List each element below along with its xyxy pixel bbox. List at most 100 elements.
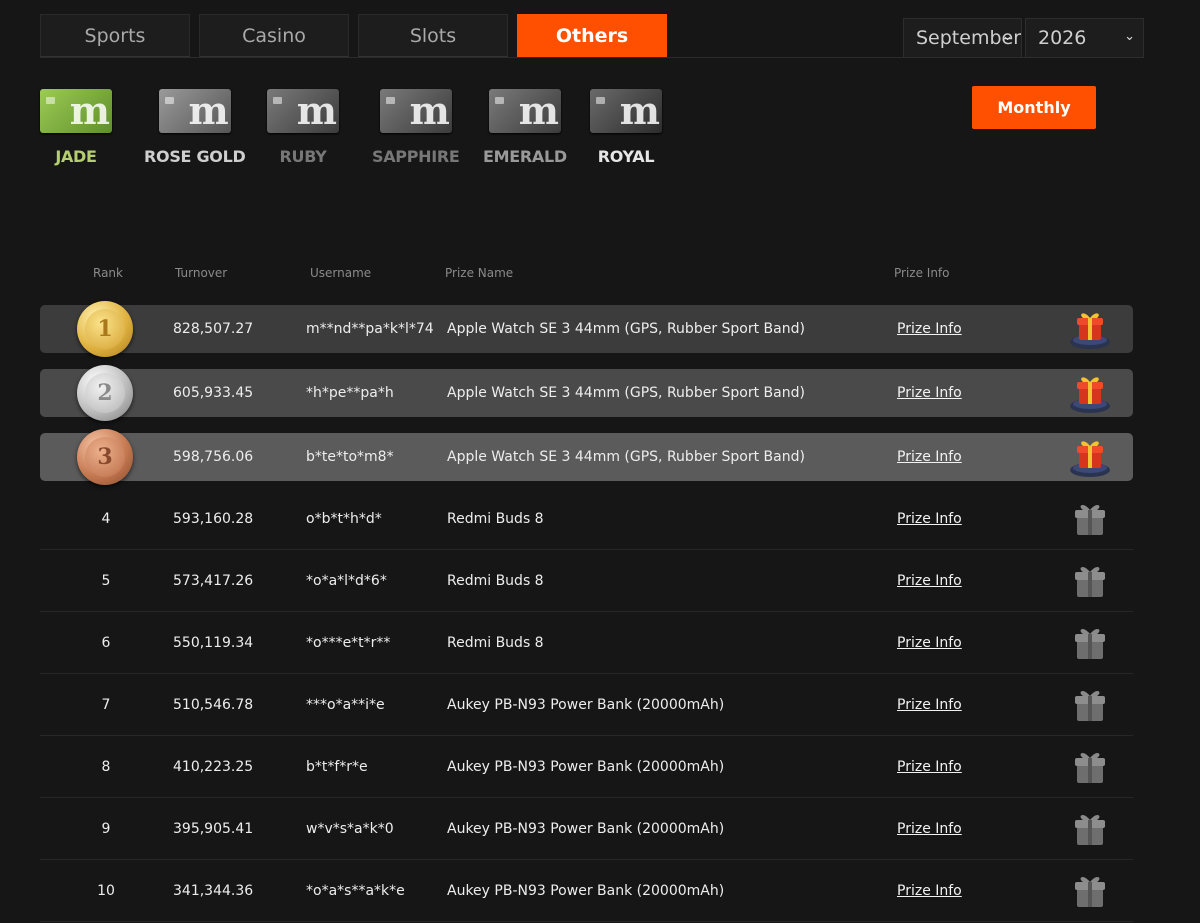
prize-info-link[interactable]: Prize Info (897, 321, 962, 337)
table-row: 8 410,223.25 b*t*f*r*e Aukey PB-N93 Power B… (40, 736, 1133, 798)
username-value: *o***e*t*r** (306, 634, 391, 651)
gift-icon[interactable] (1068, 621, 1112, 665)
prize-name-value: Redmi Buds 8 (447, 510, 544, 527)
tier-royal[interactable]: m ROYAL (590, 89, 662, 166)
gift-icon[interactable] (1068, 745, 1112, 789)
username-value: *o*a*s**a*k*e (306, 882, 405, 899)
tier-card-icon: m (40, 89, 112, 133)
tier-card-icon: m (158, 89, 231, 133)
prize-info-link[interactable]: Prize Info (897, 697, 962, 713)
table-row: 1 828,507.27 m**nd**pa*k*l*74 Apple Watch S… (40, 301, 1133, 357)
username-value: w*v*s*a*k*0 (306, 820, 394, 837)
rank-value: 3 (97, 444, 113, 470)
prize-info-link[interactable]: Prize Info (897, 385, 962, 401)
turnover-value: 395,905.41 (173, 820, 254, 837)
silver-medal-icon: 2 (77, 365, 133, 421)
table-row: 6 550,119.34 *o***e*t*r** Redmi Buds 8 Prize… (40, 612, 1133, 674)
prize-info-link[interactable]: Prize Info (897, 449, 962, 465)
username-value: *o*a*l*d*6* (306, 572, 387, 589)
rank-value: 2 (97, 380, 113, 406)
prize-name-value: Aukey PB-N93 Power Bank (20000mAh) (447, 758, 725, 775)
gift-icon[interactable] (1068, 307, 1112, 351)
bronze-medal-icon: 3 (77, 429, 133, 485)
tier-sapphire[interactable]: m SAPPHIRE (372, 89, 460, 166)
prize-name-value: Apple Watch SE 3 44mm (GPS, Rubber Sport… (447, 385, 805, 401)
turnover-value: 573,417.26 (173, 572, 254, 589)
table-row: 4 593,160.28 o*b*t*h*d* Redmi Buds 8 Prize I… (40, 488, 1133, 550)
rank-value: 5 (101, 572, 111, 589)
prize-name-value: Apple Watch SE 3 44mm (GPS, Rubber Sport… (447, 449, 805, 465)
gift-icon[interactable] (1068, 559, 1112, 603)
rank-value: 4 (101, 510, 111, 527)
tier-rose-gold[interactable]: m ROSE GOLD (144, 89, 246, 166)
turnover-value: 510,546.78 (173, 696, 254, 713)
rank-value: 7 (101, 696, 111, 713)
username-value: b*t*f*r*e (306, 758, 368, 775)
year-select[interactable]: 2026 ⌄ (1025, 18, 1144, 58)
turnover-value: 593,160.28 (173, 510, 254, 527)
tab-others[interactable]: Others (517, 14, 667, 57)
tier-card-icon: m (488, 89, 561, 133)
gift-icon[interactable] (1068, 371, 1112, 415)
rank-value: 8 (101, 758, 111, 775)
prize-info-link[interactable]: Prize Info (897, 573, 962, 589)
prize-name-value: Apple Watch SE 3 44mm (GPS, Rubber Sport… (447, 321, 805, 337)
chevron-down-icon: ⌄ (1002, 29, 1013, 44)
rank-value: 9 (101, 820, 111, 837)
tier-card-icon: m (379, 89, 452, 133)
gift-icon[interactable] (1068, 807, 1112, 851)
header-rank: Rank (93, 266, 123, 280)
gift-icon[interactable] (1068, 497, 1112, 541)
turnover-value: 341,344.36 (173, 882, 254, 899)
gift-icon[interactable] (1068, 435, 1112, 479)
tab-slots[interactable]: Slots (358, 14, 508, 57)
table-row: 5 573,417.26 *o*a*l*d*6* Redmi Buds 8 Prize … (40, 550, 1133, 612)
username-value: ***o*a**i*e (306, 696, 385, 713)
prize-info-link[interactable]: Prize Info (897, 511, 962, 527)
month-select[interactable]: September ⌄ (903, 18, 1022, 58)
turnover-value: 605,933.45 (173, 385, 254, 401)
rank-value: 6 (101, 634, 111, 651)
tier-label: RUBY (279, 147, 327, 166)
table-row: 10 341,344.36 *o*a*s**a*k*e Aukey PB-N93 Po… (40, 860, 1133, 922)
category-tabs: Sports Casino Slots Others (40, 14, 676, 57)
prize-info-link[interactable]: Prize Info (897, 821, 962, 837)
tier-card-icon: m (267, 89, 339, 133)
header-username: Username (310, 266, 372, 280)
table-row: 9 395,905.41 w*v*s*a*k*0 Aukey PB-N93 Power… (40, 798, 1133, 860)
tier-card-icon: m (590, 89, 662, 133)
table-row: 3 598,756.06 b*te*to*m8* Apple Watch SE 3 4… (40, 429, 1133, 485)
username-value: m**nd**pa*k*l*74 (306, 321, 434, 337)
tab-sports[interactable]: Sports (40, 14, 190, 57)
table-row: 2 605,933.45 *h*pe**pa*h Apple Watch SE 3 4… (40, 365, 1133, 421)
username-value: *h*pe**pa*h (306, 385, 394, 401)
turnover-value: 410,223.25 (173, 758, 254, 775)
tier-jade[interactable]: m JADE (40, 89, 112, 166)
tab-casino[interactable]: Casino (199, 14, 349, 57)
gift-icon[interactable] (1068, 683, 1112, 727)
tier-label: ROYAL (597, 147, 655, 166)
prize-name-value: Redmi Buds 8 (447, 572, 544, 589)
tier-emerald[interactable]: m EMERALD (483, 89, 567, 166)
rank-value: 10 (97, 882, 115, 899)
table-row: 7 510,546.78 ***o*a**i*e Aukey PB-N93 Power… (40, 674, 1133, 736)
tier-label: JADE (55, 147, 97, 166)
prize-name-value: Redmi Buds 8 (447, 634, 544, 651)
header-prize-name: Prize Name (445, 266, 514, 280)
tier-ruby[interactable]: m RUBY (267, 89, 339, 166)
rank-value: 1 (97, 316, 113, 342)
monthly-button[interactable]: Monthly (972, 86, 1096, 129)
tier-label: SAPPHIRE (372, 147, 460, 166)
prize-info-link[interactable]: Prize Info (897, 635, 962, 651)
year-select-value: 2026 (1038, 27, 1087, 49)
gift-icon[interactable] (1068, 869, 1112, 913)
prize-info-link[interactable]: Prize Info (897, 759, 962, 775)
header-turnover: Turnover (175, 266, 228, 280)
tier-label: EMERALD (483, 147, 567, 166)
prize-info-link[interactable]: Prize Info (897, 883, 962, 899)
prize-name-value: Aukey PB-N93 Power Bank (20000mAh) (447, 882, 725, 899)
prize-name-value: Aukey PB-N93 Power Bank (20000mAh) (447, 696, 725, 713)
turnover-value: 598,756.06 (173, 449, 254, 465)
tier-label: ROSE GOLD (144, 147, 246, 166)
chevron-down-icon: ⌄ (1124, 29, 1135, 44)
